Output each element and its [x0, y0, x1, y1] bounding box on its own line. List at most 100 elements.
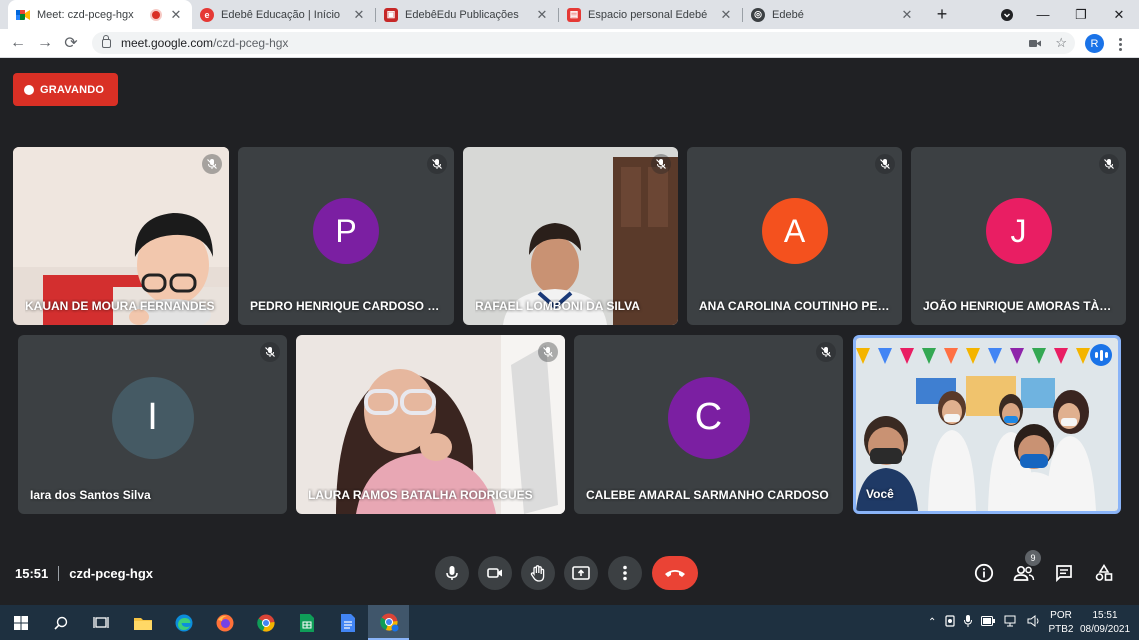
chat-button[interactable]: [1052, 561, 1076, 585]
participant-tile-self[interactable]: Você: [853, 335, 1121, 514]
recording-label: GRAVANDO: [40, 83, 105, 96]
participant-tile-ana[interactable]: A ANA CAROLINA COUTINHO PESS...: [687, 147, 902, 325]
browser-tab-bar: Meet: czd-pceg-hgx ✕ e Edebê Educação | …: [0, 0, 1139, 29]
participant-name: CALEBE AMARAL SARMANHO CARDOSO: [586, 488, 829, 502]
google-sheets-icon[interactable]: [286, 605, 327, 640]
chrome-profile-icon[interactable]: [368, 605, 409, 640]
tab-close-icon[interactable]: ✕: [534, 7, 550, 23]
camera-in-use-icon[interactable]: [1029, 36, 1042, 51]
meet-controls-bar: 15:51 czd-pceg-hgx 9: [0, 548, 1139, 604]
system-clock[interactable]: 15:51 08/09/2021: [1077, 609, 1133, 637]
tab-close-icon[interactable]: ✕: [351, 7, 367, 23]
participant-name: Você: [866, 487, 894, 501]
participant-tile-kauan[interactable]: KAUAN DE MOURA FERNANDES: [13, 147, 229, 325]
browser-menu-icon[interactable]: [1113, 33, 1127, 55]
tab-meet[interactable]: Meet: czd-pceg-hgx ✕: [8, 0, 192, 29]
edge-icon[interactable]: [163, 605, 204, 640]
participant-avatar: P: [313, 198, 379, 264]
task-view-icon[interactable]: [80, 605, 121, 640]
raise-hand-button[interactable]: [521, 556, 555, 590]
chrome-icon[interactable]: [245, 605, 286, 640]
tab-close-icon[interactable]: ✕: [718, 7, 734, 23]
volume-icon[interactable]: [1027, 615, 1041, 630]
file-explorer-icon[interactable]: [122, 605, 163, 640]
meeting-time: 15:51: [15, 566, 49, 581]
google-docs-icon[interactable]: [327, 605, 368, 640]
restore-icon[interactable]: ❐: [1066, 0, 1096, 29]
participant-tile-joao[interactable]: J JOÃO HENRIQUE AMORAS TÀVO...: [911, 147, 1126, 325]
present-screen-button[interactable]: [564, 556, 598, 590]
system-time: 15:51: [1092, 610, 1118, 621]
meeting-details-button[interactable]: [972, 561, 996, 585]
tab-close-icon[interactable]: ✕: [168, 7, 184, 23]
windows-start-icon[interactable]: [0, 605, 41, 640]
people-icon: [1013, 565, 1035, 581]
tab-edebe-publicacoes[interactable]: ▣ EdebêEdu Publicações ✕: [376, 0, 558, 29]
participant-avatar: I: [111, 376, 194, 459]
show-hidden-icons-icon[interactable]: ⌃: [928, 617, 936, 628]
recording-badge[interactable]: GRAVANDO: [13, 73, 118, 106]
speaking-indicator-icon: [1090, 344, 1112, 366]
edebe-generic-icon: ◎: [751, 7, 765, 22]
window-close-icon[interactable]: ✕: [1104, 0, 1134, 29]
meet-icon: [16, 7, 30, 22]
new-tab-button[interactable]: +: [927, 0, 957, 29]
bookmark-star-icon[interactable]: ☆: [1055, 35, 1067, 51]
participant-tile-iara[interactable]: I Iara dos Santos Silva: [18, 335, 287, 514]
people-count-badge: 9: [1025, 550, 1041, 566]
battery-icon[interactable]: [981, 616, 996, 629]
firefox-icon[interactable]: [204, 605, 245, 640]
reload-icon[interactable]: ⟳: [60, 32, 82, 54]
participant-avatar: A: [761, 198, 828, 264]
tab-edebe-educacao[interactable]: e Edebê Educação | Início ✕: [192, 0, 375, 29]
address-bar[interactable]: meet.google.com/czd-pceg-hgx ☆: [92, 32, 1075, 54]
tab-search-icon[interactable]: [992, 0, 1022, 29]
info-icon: [974, 563, 994, 583]
participant-name: LAURA RAMOS BATALHA RODRIGUES: [308, 488, 533, 502]
microphone-button[interactable]: [435, 556, 469, 590]
system-date: 08/09/2021: [1079, 624, 1131, 635]
tab-close-icon[interactable]: ✕: [899, 7, 915, 23]
activities-button[interactable]: [1092, 561, 1116, 585]
tab-edebe[interactable]: ◎ Edebé ✕: [743, 0, 923, 29]
hand-icon: [530, 564, 545, 582]
participant-name: JOÃO HENRIQUE AMORAS TÀVO...: [923, 299, 1118, 313]
camera-button[interactable]: [478, 556, 512, 590]
tab-title: EdebêEdu Publicações: [405, 8, 519, 21]
participant-tile-calebe[interactable]: C CALEBE AMARAL SARMANHO CARDOSO: [574, 335, 843, 514]
profile-avatar[interactable]: R: [1085, 34, 1104, 53]
edebe-espacio-icon: ▤: [567, 7, 581, 22]
tab-title: Edebé: [772, 8, 804, 21]
edebe-publicacoes-icon: ▣: [384, 7, 398, 22]
url-host: meet.google.com: [121, 36, 214, 50]
more-options-button[interactable]: [608, 556, 642, 590]
participant-tile-rafael[interactable]: RAFAEL LOMBONI DA SILVA: [463, 147, 678, 325]
self-video: [856, 338, 1118, 511]
camera-icon: [487, 568, 502, 578]
network-icon[interactable]: [1004, 615, 1018, 630]
minimize-icon[interactable]: —: [1028, 0, 1058, 29]
participant-tile-laura[interactable]: LAURA RAMOS BATALHA RODRIGUES: [296, 335, 565, 514]
microphone-tray-icon[interactable]: [964, 615, 973, 630]
tab-recording-indicator-icon: [152, 10, 160, 19]
mic-off-icon: [427, 154, 447, 174]
tab-title: Edebê Educação | Início: [221, 8, 341, 21]
back-icon[interactable]: ←: [7, 32, 29, 54]
participant-tile-pedro[interactable]: P PEDRO HENRIQUE CARDOSO DE ...: [238, 147, 454, 325]
mic-off-icon: [816, 342, 836, 362]
mic-off-icon: [202, 154, 222, 174]
input-keyboard-layout: PTB2: [1048, 624, 1074, 635]
meet-in-use-icon[interactable]: [945, 615, 955, 630]
search-icon[interactable]: [40, 605, 81, 640]
input-language[interactable]: POR PTB2: [1046, 609, 1076, 637]
edebe-icon: e: [200, 7, 214, 22]
microphone-icon: [446, 566, 458, 580]
forward-icon[interactable]: →: [34, 32, 56, 54]
leave-call-button[interactable]: [652, 556, 698, 590]
mic-off-icon: [538, 342, 558, 362]
hang-up-icon: [665, 570, 685, 577]
tab-title: Espacio personal Edebé: [588, 8, 708, 21]
system-tray: ⌃: [928, 605, 1041, 640]
tab-espacio-personal[interactable]: ▤ Espacio personal Edebé ✕: [559, 0, 742, 29]
participant-name: Iara dos Santos Silva: [30, 488, 151, 502]
